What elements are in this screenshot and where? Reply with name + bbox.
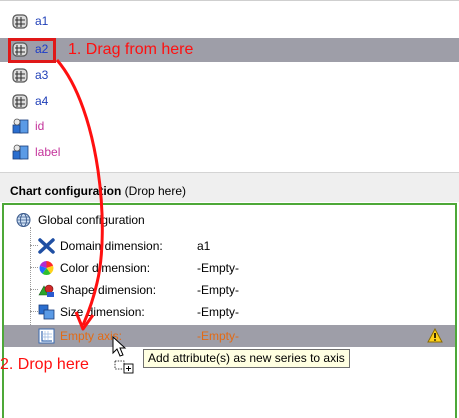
tree-node-empty-axis[interactable]: Empty axis: -Empty- bbox=[4, 325, 455, 347]
drop-annotation: 2. Drop here bbox=[0, 356, 89, 373]
tree-node-value: -Empty- bbox=[197, 261, 239, 275]
attribute-row-label[interactable]: label bbox=[0, 141, 459, 163]
cross-axes-icon bbox=[38, 238, 55, 254]
tree-node-size-dimension[interactable]: Size dimension: -Empty- bbox=[4, 301, 455, 323]
attribute-row-a1[interactable]: a1 bbox=[0, 10, 459, 32]
numeric-attribute-icon bbox=[12, 94, 28, 109]
warning-icon bbox=[427, 328, 443, 343]
tree-node-color-dimension[interactable]: Color dimension: -Empty- bbox=[4, 257, 455, 279]
attribute-label: id bbox=[35, 119, 45, 133]
tree-node-value: a1 bbox=[197, 239, 211, 253]
attribute-label: label bbox=[35, 145, 61, 159]
tree-node-label: Global configuration bbox=[38, 213, 145, 227]
color-wheel-icon bbox=[39, 261, 54, 276]
tree-node-value: -Empty- bbox=[197, 329, 239, 343]
size-icon bbox=[38, 304, 55, 320]
tree-node-global-configuration[interactable]: Global configuration bbox=[4, 209, 455, 231]
shapes-icon bbox=[38, 284, 54, 297]
tree-node-label: Color dimension: bbox=[60, 261, 151, 275]
attribute-row-a4[interactable]: a4 bbox=[0, 90, 459, 112]
attribute-label: a4 bbox=[35, 94, 49, 108]
attribute-list: a1 a2 a3 a4 id label bbox=[0, 0, 459, 172]
numeric-attribute-icon bbox=[12, 14, 28, 29]
chart-configuration-hint: (Drop here) bbox=[124, 184, 187, 198]
numeric-attribute-icon bbox=[12, 68, 28, 83]
chart-configuration-header: Chart configuration (Drop here) bbox=[0, 172, 459, 202]
drag-annotation: 1. Drag from here bbox=[68, 41, 194, 58]
tree-node-label: Empty axis: bbox=[60, 329, 123, 343]
tree-node-value: -Empty- bbox=[197, 283, 239, 297]
axis-icon bbox=[38, 328, 55, 344]
tree-node-value: -Empty- bbox=[197, 305, 239, 319]
special-attribute-icon bbox=[12, 144, 29, 160]
chart-configuration-drop-zone[interactable]: Global configuration Domain dimension: a… bbox=[2, 203, 457, 418]
tree-node-label: Domain dimension: bbox=[60, 239, 163, 253]
tree-node-label: Shape dimension: bbox=[60, 283, 157, 297]
drag-source-highlight bbox=[8, 38, 56, 63]
globe-icon bbox=[16, 213, 31, 227]
tree-node-label: Size dimension: bbox=[60, 305, 145, 319]
tree-node-domain-dimension[interactable]: Domain dimension: a1 bbox=[4, 235, 455, 257]
list-top-border bbox=[0, 0, 459, 1]
special-attribute-icon bbox=[12, 118, 29, 134]
drop-tooltip: Add attribute(s) as new series to axis bbox=[143, 349, 350, 368]
attribute-label: a3 bbox=[35, 68, 49, 82]
attribute-label: a1 bbox=[35, 14, 49, 28]
attribute-row-id[interactable]: id bbox=[0, 115, 459, 137]
attribute-row-a3[interactable]: a3 bbox=[0, 64, 459, 86]
chart-configuration-title: Chart configuration bbox=[10, 184, 122, 198]
tree-node-shape-dimension[interactable]: Shape dimension: -Empty- bbox=[4, 279, 455, 301]
